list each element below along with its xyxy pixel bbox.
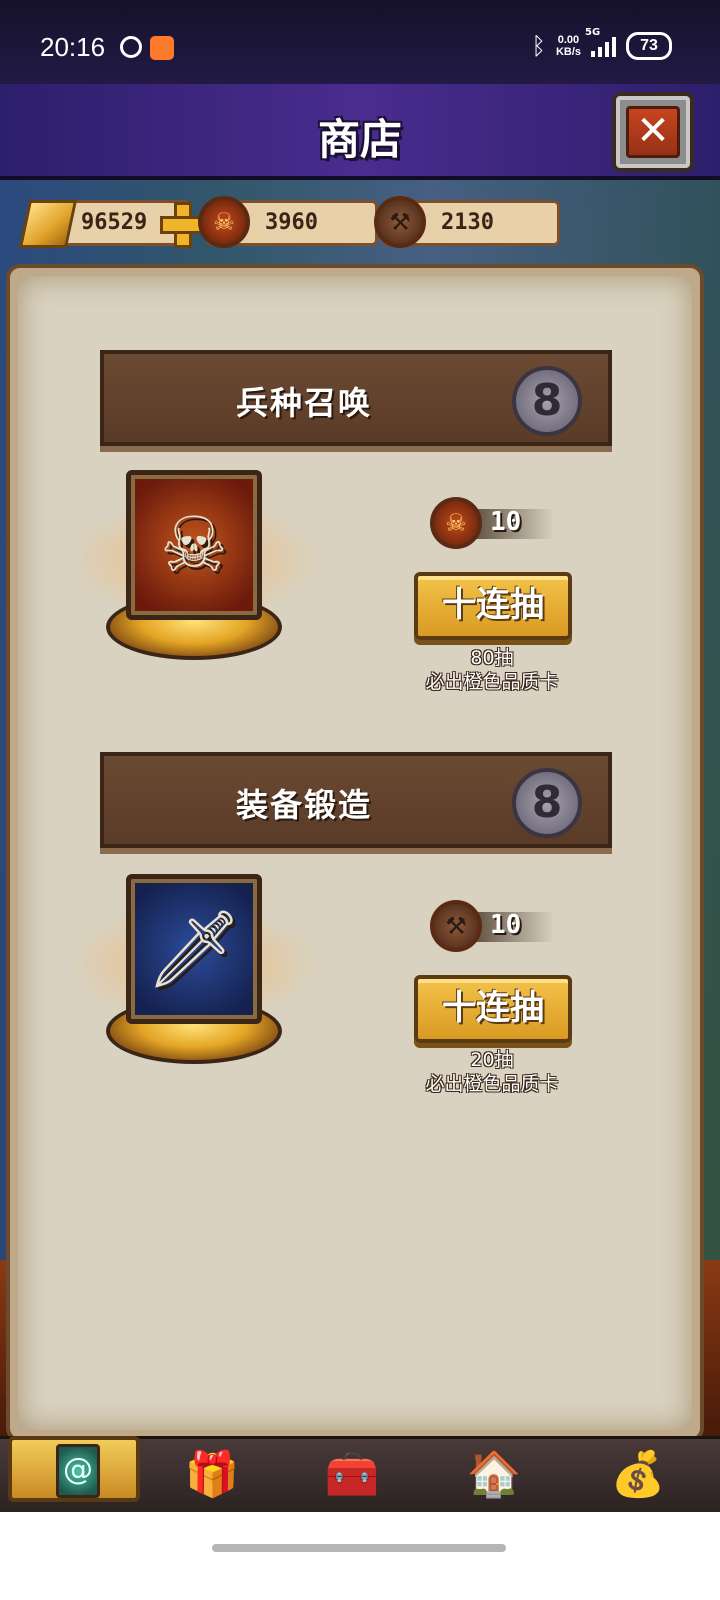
card-deck-icon: @ [56,1444,100,1498]
ten-draw-button-equipment[interactable]: 十连抽 [414,975,572,1043]
pity-note: 20抽 必出橙色品质卡 [392,1048,592,1096]
unit-summon-art: ☠ [66,470,322,670]
currency-gold-value: 96529 [81,210,148,235]
system-nav-area [0,1512,720,1600]
gift-box-icon[interactable]: 🎁 [180,1443,244,1507]
signal-icon: 5G [585,27,616,57]
cost-row: ⚒ 10 [430,900,560,954]
currency-summon-token-value: 3960 [265,210,318,235]
network-rate-value: 0.00 [557,34,580,46]
section-title: 兵种召唤 [235,384,372,422]
currency-forge-token-value: 2130 [441,210,494,235]
cost-row: ☠ 10 [430,497,560,551]
pity-count: 20抽 [470,1049,514,1071]
ten-draw-button-unit[interactable]: 十连抽 [414,572,572,640]
weibo-icon [120,36,142,58]
pity-guarantee: 必出橙色品质卡 [425,1073,559,1095]
status-bar: 20:16 ᛒ 0.00 KB/s 5G 73 [0,0,720,84]
sword-icon: 🗡 [126,874,262,1024]
equipment-forge-art: 🗡 [66,874,322,1074]
info-button[interactable]: 8 [512,366,582,436]
anvil-icon: ⚒ [430,900,482,952]
network-type: 5G [585,27,601,38]
anvil-icon: ⚒ [374,196,426,248]
section-title: 装备锻造 [235,786,372,824]
nav-tab-shop[interactable]: @ [8,1436,140,1502]
close-icon: ✕ [626,106,680,158]
section-header-unit-summon: 兵种召唤 8 [100,350,612,446]
network-rate: 0.00 KB/s [556,34,581,58]
close-button[interactable]: ✕ [612,92,694,172]
info-button[interactable]: 8 [512,768,582,838]
video-app-icon [150,36,174,60]
home-indicator[interactable] [212,1544,506,1552]
demon-skull-icon: ☠ [198,196,250,248]
network-rate-unit: KB/s [555,46,581,58]
status-time: 20:16 [40,32,106,62]
skeleton-warrior-icon: ☠ [126,470,262,620]
pity-guarantee: 必出橙色品质卡 [425,671,559,693]
bluetooth-icon: ᛒ [531,32,546,60]
status-right: ᛒ 0.00 KB/s 5G 73 [531,27,672,60]
treasure-chest-icon[interactable]: 🧰 [320,1443,384,1507]
viking-house-icon[interactable]: 🏠 [462,1443,526,1507]
demon-skull-icon: ☠ [430,497,482,549]
add-gold-button[interactable] [160,202,206,248]
pity-count: 80抽 [470,647,514,669]
money-bag-icon[interactable]: 💰 [606,1443,670,1507]
cost-value: 10 [490,507,522,537]
cost-value: 10 [490,910,522,940]
gold-bar-icon [18,200,78,248]
section-header-equipment-forge: 装备锻造 8 [100,752,612,848]
battery-icon: 73 [626,32,672,60]
pity-note: 80抽 必出橙色品质卡 [392,646,592,694]
